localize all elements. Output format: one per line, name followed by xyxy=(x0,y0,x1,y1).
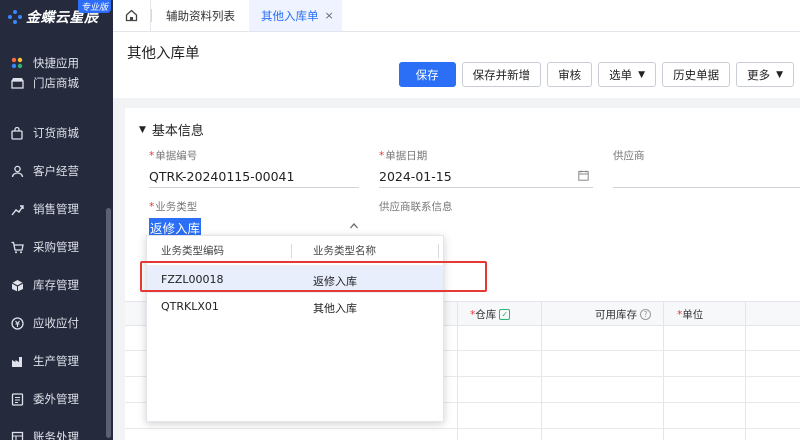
sidebar-item-label: 销售管理 xyxy=(33,202,79,216)
collapse-triangle-icon: ▼ xyxy=(139,124,146,135)
bill-date-field: *单据日期 2024-01-15 xyxy=(379,148,593,188)
highlight-box xyxy=(140,261,487,292)
sidebar-item-label: 库存管理 xyxy=(33,278,79,292)
save-and-new-button[interactable]: 保存并新增 xyxy=(461,62,542,87)
tab-bar: 辅助资料列表 其他入库单 × xyxy=(113,0,800,32)
toolbar: 保存 保存并新增 审核 选单 ▼ 历史单据 更多 ▼ xyxy=(398,62,794,87)
brand-logo[interactable]: 金蝶云星辰 专业版 xyxy=(0,0,113,34)
grid-divider xyxy=(745,301,746,440)
factory-icon xyxy=(10,354,24,368)
bill-no-field: *单据编号 QTRK-20240115-00041 xyxy=(149,148,359,188)
biz-type-field: *业务类型 返修入库 xyxy=(149,199,363,239)
sidebar-item-quick-apps[interactable]: 快捷应用 xyxy=(0,54,113,72)
bill-date-value: 2024-01-15 xyxy=(379,169,452,184)
option-name: 其他入库 xyxy=(313,302,357,315)
tab-aux-data-list[interactable]: 辅助资料列表 xyxy=(151,8,249,23)
grid-divider xyxy=(457,301,458,440)
cart-icon xyxy=(10,240,24,254)
supplier-input[interactable] xyxy=(613,166,800,188)
box-icon xyxy=(10,278,24,292)
money-icon xyxy=(10,316,24,330)
field-label: *单据日期 xyxy=(379,150,428,162)
grid-divider xyxy=(541,301,542,440)
bag-icon xyxy=(10,126,24,140)
supplier-contact-field: 供应商联系信息 xyxy=(379,199,679,239)
help-icon: ? xyxy=(640,309,651,320)
bill-date-input[interactable]: 2024-01-15 xyxy=(379,166,593,188)
page-title: 其他入库单 xyxy=(127,46,200,62)
field-label: *单据编号 xyxy=(149,150,198,162)
calendar-icon[interactable] xyxy=(578,170,589,184)
sidebar-item-label: 订货商城 xyxy=(33,126,79,140)
dropdown-col-divider xyxy=(291,244,292,258)
tab-label: 辅助资料列表 xyxy=(166,8,235,23)
sidebar-nav: 快捷应用 门店商城 订货商城 客户经营 销售管理 采购管理 库存管理 应收应付 … xyxy=(0,54,113,440)
dropdown-option-qtrklx01[interactable]: QTRKLX01 其他入库 xyxy=(147,293,443,320)
sidebar-item-store[interactable]: 门店商城 xyxy=(0,72,113,94)
sidebar-item-purchase[interactable]: 采购管理 xyxy=(0,228,113,266)
field-label: *业务类型 xyxy=(149,201,198,213)
sidebar-item-label: 委外管理 xyxy=(33,392,79,406)
button-label: 更多 xyxy=(747,67,771,82)
check-icon: ✓ xyxy=(499,309,511,320)
sidebar-item-inventory[interactable]: 库存管理 xyxy=(0,266,113,304)
chevron-down-icon: ▼ xyxy=(638,69,646,80)
grid-col-available-stock[interactable]: 可用库存 ? xyxy=(595,307,651,322)
select-bill-button[interactable]: 选单 ▼ xyxy=(598,62,657,87)
outsource-icon xyxy=(10,392,24,406)
sidebar-item-label: 快捷应用 xyxy=(33,56,79,70)
dropdown-col-divider xyxy=(438,244,439,258)
apps-icon xyxy=(10,56,24,70)
chevron-down-icon: ▼ xyxy=(776,69,783,80)
sidebar-scrollbar[interactable] xyxy=(106,208,111,438)
sidebar-item-customer[interactable]: 客户经营 xyxy=(0,152,113,190)
grid-col-unit[interactable]: * 单位 xyxy=(677,307,703,322)
grid-col-warehouse[interactable]: * 仓库 ✓ xyxy=(470,307,511,322)
button-label: 选单 xyxy=(609,67,633,82)
sidebar-item-label: 应收应付 xyxy=(33,316,79,330)
dropdown-col-name: 业务类型名称 xyxy=(313,245,376,257)
store-icon xyxy=(10,76,24,90)
dropdown-col-code: 业务类型编码 xyxy=(161,245,224,257)
sidebar-item-ledger[interactable]: 账务处理 xyxy=(0,418,113,440)
sidebar-item-label: 采购管理 xyxy=(33,240,79,254)
sidebar-item-label: 客户经营 xyxy=(33,164,79,178)
bill-no-input[interactable]: QTRK-20240115-00041 xyxy=(149,166,359,188)
sidebar-item-label: 账务处理 xyxy=(33,430,79,440)
sidebar-item-sales[interactable]: 销售管理 xyxy=(0,190,113,228)
save-button[interactable]: 保存 xyxy=(398,62,456,87)
history-bills-button[interactable]: 历史单据 xyxy=(662,62,731,87)
option-code: QTRKLX01 xyxy=(161,300,219,313)
audit-button[interactable]: 审核 xyxy=(547,62,593,87)
table-row[interactable] xyxy=(125,428,800,429)
section-basic-info[interactable]: ▼ 基本信息 xyxy=(139,120,204,139)
ledger-icon xyxy=(10,430,24,440)
field-label: 供应商 xyxy=(613,150,645,162)
sidebar-item-order-mall[interactable]: 订货商城 xyxy=(0,114,113,152)
sidebar-item-label: 门店商城 xyxy=(33,76,79,90)
sidebar: 金蝶云星辰 专业版 快捷应用 门店商城 订货商城 客户经营 销售管理 采购管理 … xyxy=(0,0,113,440)
section-title-label: 基本信息 xyxy=(151,124,204,139)
close-icon[interactable]: × xyxy=(325,9,334,22)
tab-other-inbound[interactable]: 其他入库单 × xyxy=(249,0,342,31)
home-button[interactable] xyxy=(113,0,151,31)
field-label: 供应商联系信息 xyxy=(379,201,453,213)
brand-mark-icon xyxy=(8,10,22,24)
sidebar-item-production[interactable]: 生产管理 xyxy=(0,342,113,380)
customer-icon xyxy=(10,164,24,178)
grid-divider xyxy=(663,301,664,440)
home-icon xyxy=(125,9,138,22)
sidebar-item-label: 生产管理 xyxy=(33,354,79,368)
sidebar-item-receivable-payable[interactable]: 应收应付 xyxy=(0,304,113,342)
more-button[interactable]: 更多 ▼ xyxy=(736,62,794,87)
page-header: 其他入库单 保存 保存并新增 审核 选单 ▼ 历史单据 更多 ▼ xyxy=(113,32,800,98)
sales-icon xyxy=(10,202,24,216)
tab-label: 其他入库单 xyxy=(261,8,319,23)
edition-badge: 专业版 xyxy=(77,0,111,13)
chevron-up-icon[interactable] xyxy=(349,221,359,234)
sidebar-item-outsource[interactable]: 委外管理 xyxy=(0,380,113,418)
supplier-field: 供应商 xyxy=(613,148,800,188)
